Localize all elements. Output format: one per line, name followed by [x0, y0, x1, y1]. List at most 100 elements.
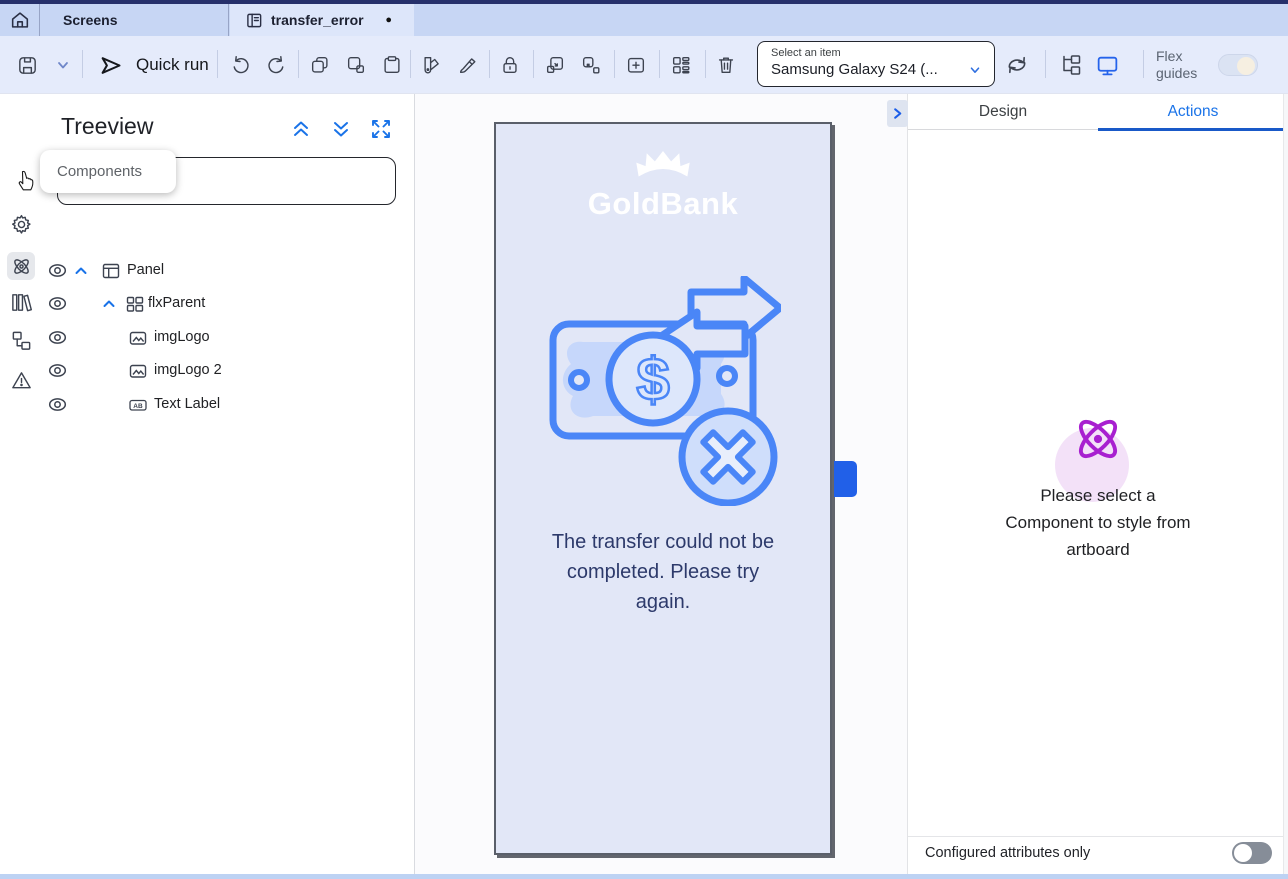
gear-icon — [10, 213, 33, 236]
flex-guides-toggle[interactable] — [1218, 54, 1258, 76]
flex-guides-label: Flex guides — [1156, 48, 1204, 82]
save-options-button[interactable] — [50, 52, 76, 78]
phone-artboard[interactable]: GoldBank $ The transfer could not be com… — [494, 122, 832, 855]
grid-icon — [670, 54, 692, 76]
duplicate-button[interactable] — [343, 52, 369, 78]
collapse-all-button[interactable] — [290, 118, 312, 140]
visibility-eye-icon[interactable] — [48, 261, 67, 285]
style-group — [419, 36, 481, 94]
preview-monitor-button[interactable] — [1094, 52, 1120, 78]
tree-row-textlabel[interactable]: AB Text Label — [40, 389, 414, 421]
text-label-widget-icon: AB — [129, 396, 147, 419]
tree-item-label[interactable]: imgLogo 2 — [154, 362, 222, 378]
delete-group — [713, 36, 739, 94]
copy-button[interactable] — [307, 52, 333, 78]
flex-container-icon — [126, 295, 144, 318]
play-icon — [97, 52, 124, 79]
delete-button[interactable] — [713, 52, 739, 78]
expand-arrows-icon — [370, 118, 392, 140]
ungroup-button[interactable] — [578, 52, 604, 78]
tree-item-label[interactable]: Panel — [127, 262, 164, 278]
configured-attributes-label: Configured attributes only — [925, 845, 1090, 861]
expand-all-button[interactable] — [330, 118, 352, 140]
add-container-button[interactable] — [623, 52, 649, 78]
group-group — [542, 36, 604, 94]
library-rail-button[interactable] — [7, 288, 35, 316]
device-selector-label: Select an item — [771, 47, 982, 59]
atom-icon — [1069, 410, 1127, 468]
chevron-up-icon[interactable] — [101, 296, 117, 317]
monitor-icon — [1095, 53, 1120, 78]
transfer-error-illustration[interactable]: $ — [549, 276, 781, 506]
components-grid-button[interactable] — [668, 52, 694, 78]
toolbar-divider — [298, 50, 299, 78]
hierarchy-view-button[interactable] — [1058, 52, 1084, 78]
paste-button[interactable] — [379, 52, 405, 78]
tab-design[interactable]: Design — [908, 94, 1098, 129]
tree-item-label[interactable]: imgLogo — [154, 329, 210, 345]
tree-structure-icon — [10, 329, 33, 352]
tree-row-panel[interactable]: Panel — [40, 255, 414, 287]
components-rail-button[interactable] — [7, 252, 35, 280]
redo-button[interactable] — [263, 52, 289, 78]
visibility-eye-icon[interactable] — [48, 328, 67, 352]
visibility-eye-icon[interactable] — [48, 395, 67, 419]
undo-button[interactable] — [227, 52, 253, 78]
image-widget-icon — [129, 329, 147, 352]
visibility-eye-icon[interactable] — [48, 294, 67, 318]
expand-panel-button[interactable] — [370, 118, 392, 140]
device-selector[interactable]: Select an item Samsung Galaxy S24 (... — [757, 41, 995, 87]
library-books-icon — [10, 291, 33, 314]
panel-collapse-button[interactable] — [887, 100, 908, 127]
scrollbar-track[interactable] — [1283, 94, 1288, 874]
structure-rail-button[interactable] — [7, 326, 35, 354]
brush-button[interactable] — [455, 52, 481, 78]
quick-run-button[interactable]: Quick run — [97, 36, 209, 94]
toggle-knob — [1234, 844, 1252, 862]
brand-logo-block[interactable]: GoldBank — [496, 144, 830, 222]
tree-item-label[interactable]: flxParent — [148, 295, 205, 311]
toolbar-divider — [533, 50, 534, 78]
lock-icon — [499, 54, 521, 76]
home-icon — [9, 9, 31, 31]
home-button[interactable] — [0, 4, 40, 36]
toggle-knob — [1237, 57, 1255, 75]
theme-button[interactable] — [419, 52, 445, 78]
theme-swatch-icon — [421, 54, 443, 76]
components-atom-icon — [10, 255, 33, 278]
warning-triangle-icon — [10, 369, 33, 392]
save-icon — [16, 54, 39, 77]
tree-row-imglogo[interactable]: imgLogo — [40, 322, 414, 354]
tree-row-flxparent[interactable]: flxParent — [40, 288, 414, 320]
brush-icon — [457, 54, 479, 76]
tab-transfer-error[interactable]: transfer_error ● — [230, 4, 414, 36]
empty-state-message: Please select a Component to style from … — [996, 482, 1200, 563]
tab-actions[interactable]: Actions — [1098, 94, 1288, 129]
refresh-icon — [1004, 52, 1030, 78]
form-document-icon — [246, 12, 263, 29]
tree-item-label[interactable]: Text Label — [154, 396, 220, 412]
tree-row-imglogo2[interactable]: imgLogo 2 — [40, 355, 414, 387]
tab-screens[interactable]: Screens — [41, 4, 229, 36]
group-button[interactable] — [542, 52, 568, 78]
toolbar-divider — [1045, 50, 1046, 78]
treeview-panel: Treeview Components Panel flxParent imgL… — [40, 94, 415, 874]
banknote-dot-left — [571, 372, 587, 388]
save-button[interactable] — [14, 52, 40, 78]
tab-transfer-error-label: transfer_error — [271, 12, 364, 28]
artboard-selection-handle[interactable] — [834, 461, 857, 497]
toolbar-divider — [489, 50, 490, 78]
chevron-up-icon[interactable] — [73, 263, 89, 284]
crown-icon — [631, 144, 695, 180]
warnings-rail-button[interactable] — [7, 366, 35, 394]
ungroup-icon — [580, 54, 602, 76]
chevron-down-icon — [968, 63, 982, 77]
refresh-button[interactable] — [1004, 52, 1030, 78]
hierarchy-icon — [1059, 53, 1083, 77]
dollar-sign: $ — [636, 346, 669, 413]
visibility-eye-icon[interactable] — [48, 361, 67, 385]
configured-attributes-toggle[interactable] — [1232, 842, 1272, 864]
error-message-label[interactable]: The transfer could not be completed. Ple… — [543, 527, 783, 617]
settings-rail-button[interactable] — [7, 210, 35, 238]
lock-button[interactable] — [497, 52, 523, 78]
